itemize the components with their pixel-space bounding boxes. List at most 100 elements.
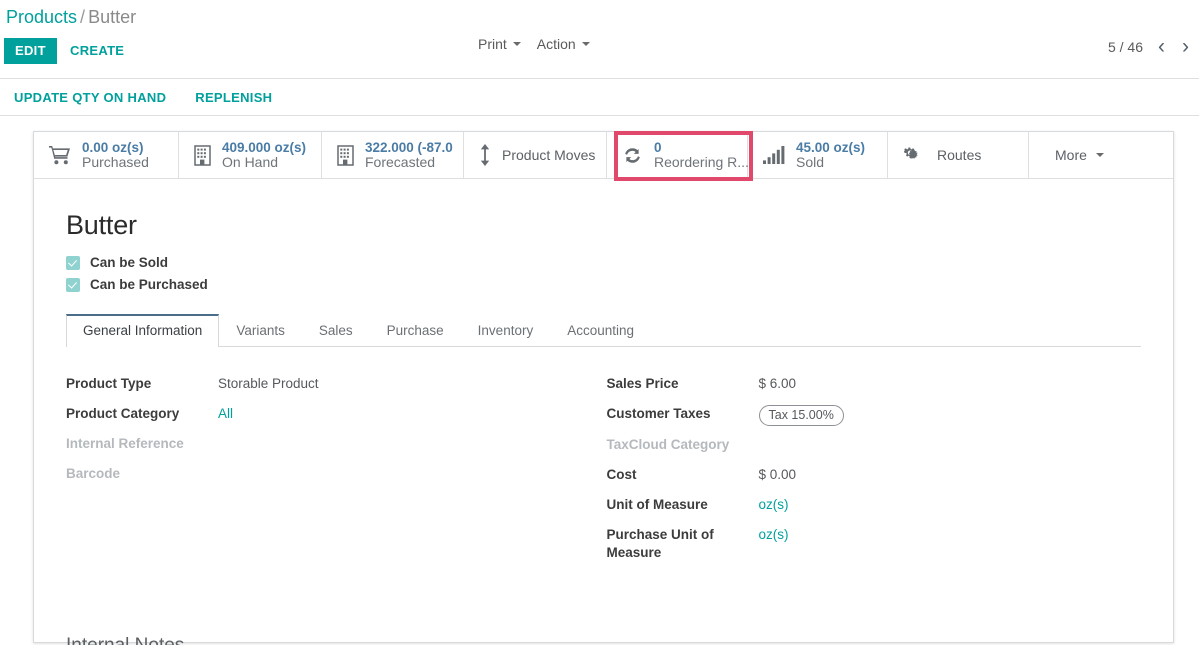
tab-general-information[interactable]: General Information: [66, 314, 220, 347]
pager-position: 5 / 46: [1107, 38, 1143, 55]
on-hand-stat-label: On Hand: [222, 153, 279, 170]
sheet-body: Butter Can be Sold Can be Purchased Gene…: [34, 179, 1173, 645]
breadcrumb: Products / Butter: [6, 5, 136, 29]
tab-accounting[interactable]: Accounting: [550, 314, 651, 347]
can-be-sold-checkbox[interactable]: [66, 255, 80, 270]
tab-variants[interactable]: Variants: [219, 314, 302, 347]
on-hand-stat-text: 409.000 oz(s) On Hand: [222, 140, 306, 171]
can-be-purchased-row[interactable]: Can be Purchased: [66, 277, 1141, 292]
stat-button-bar: 0.00 oz(s) Purchased 409.000 oz(s) On Ha…: [34, 132, 1173, 179]
field-product-category: Product Category All: [66, 405, 604, 425]
sold-stat-label: Sold: [796, 153, 825, 170]
sold-stat-value: 45.00 oz(s): [796, 139, 866, 155]
forecasted-stat-value: 322.000 (-87.0: [365, 139, 453, 155]
field-barcode-label: Barcode: [66, 466, 121, 481]
building-icon: [337, 144, 354, 166]
arrows-vertical-icon: [479, 144, 491, 166]
field-purchase-unit-of-measure: Purchase Unit of Measure oz(s): [607, 526, 1142, 562]
field-unit-of-measure-value[interactable]: oz(s): [759, 496, 789, 514]
status-badge: Tax 15.00%: [758, 405, 844, 427]
chevron-right-icon[interactable]: ›: [1180, 36, 1191, 57]
field-unit-of-measure-label: Unit of Measure: [606, 497, 708, 513]
field-customer-taxes-label: Customer Taxes: [606, 406, 711, 421]
field-product-category-value[interactable]: All: [218, 405, 233, 423]
field-taxcloud-category: TaxCloud Category: [607, 436, 1142, 456]
tab-sales[interactable]: Sales: [302, 314, 370, 347]
sheet-container: 0.00 oz(s) Purchased 409.000 oz(s) On Ha…: [0, 116, 1199, 645]
product-moves-stat-button[interactable]: Product Moves: [464, 132, 607, 178]
field-cost-label: Cost: [606, 467, 637, 483]
field-barcode: Barcode: [66, 465, 604, 485]
field-taxcloud-category-label: TaxCloud Category: [606, 437, 730, 453]
can-be-sold-label: Can be Sold: [90, 255, 169, 270]
can-be-sold-row[interactable]: Can be Sold: [66, 255, 1141, 270]
field-sales-price-value: $ 6.00: [758, 376, 797, 391]
print-menu-label: Print: [478, 36, 507, 52]
field-product-category-label: Product Category: [66, 406, 180, 421]
field-product-type-label: Product Type: [66, 376, 152, 391]
refresh-icon: [622, 145, 643, 166]
form-column-left: Product Type Storable Product Product Ca…: [66, 375, 604, 573]
sold-stat-button[interactable]: 45.00 oz(s) Sold: [748, 132, 888, 178]
forecasted-stat-button[interactable]: 322.000 (-87.0 Forecasted: [322, 132, 464, 178]
product-form-sheet: 0.00 oz(s) Purchased 409.000 oz(s) On Ha…: [33, 131, 1174, 645]
field-unit-of-measure: Unit of Measure oz(s): [607, 496, 1142, 516]
reordering-rules-stat-text: 0 Reordering R...: [654, 140, 749, 171]
page-title: Butter: [66, 210, 137, 240]
bar-chart-icon: [763, 146, 785, 164]
can-be-purchased-label: Can be Purchased: [90, 277, 208, 292]
update-qty-on-hand-button[interactable]: UPDATE QTY ON HAND: [14, 90, 166, 105]
purchased-stat-value: 0.00 oz(s): [82, 139, 144, 155]
routes-stat-button[interactable]: Routes: [888, 132, 1029, 178]
top-bar: Products / Butter EDIT CREATE Print Action…: [0, 0, 1199, 78]
action-menu[interactable]: Action: [537, 36, 590, 52]
print-menu[interactable]: Print: [478, 36, 521, 52]
chevron-down-icon: [581, 42, 590, 46]
tab-purchase[interactable]: Purchase: [370, 314, 461, 347]
on-hand-stat-button[interactable]: 409.000 oz(s) On Hand: [179, 132, 322, 178]
purchased-stat-text: 0.00 oz(s) Purchased: [82, 140, 149, 171]
field-internal-reference-label: Internal Reference: [66, 436, 184, 451]
field-purchase-unit-of-measure-label: Purchase Unit of Measure: [606, 527, 714, 561]
field-cost-value: $ 0.00: [758, 467, 797, 483]
sold-stat-text: 45.00 oz(s) Sold: [796, 140, 865, 171]
can-be-purchased-checkbox[interactable]: [66, 277, 80, 292]
purchased-stat-button[interactable]: 0.00 oz(s) Purchased: [34, 132, 179, 178]
tab-inventory[interactable]: Inventory: [461, 314, 551, 347]
chevron-down-icon: [512, 42, 521, 46]
building-icon: [194, 144, 211, 166]
product-moves-stat-label: Product Moves: [502, 147, 596, 163]
form-column-right: Sales Price $ 6.00 Customer Taxes Tax 15…: [604, 375, 1142, 573]
field-customer-taxes: Customer Taxes Tax 15.00%: [606, 405, 1142, 427]
record-pager: 5 / 46 ‹ ›: [1108, 36, 1191, 57]
reordering-rules-stat-button[interactable]: 0 Reordering R...: [607, 132, 749, 178]
field-sales-price: Sales Price $ 6.00: [607, 375, 1142, 395]
more-stat-button[interactable]: More: [1029, 132, 1130, 178]
more-stat-label: More: [1055, 147, 1087, 163]
sub-action-bar: UPDATE QTY ON HAND REPLENISH: [0, 78, 1199, 116]
field-cost: Cost $ 0.00: [607, 466, 1142, 486]
field-purchase-unit-of-measure-value[interactable]: oz(s): [759, 526, 789, 544]
routes-stat-label: Routes: [937, 147, 982, 163]
create-button[interactable]: CREATE: [64, 38, 130, 64]
document-menus: Print Action: [478, 36, 590, 52]
purchased-stat-label: Purchased: [82, 153, 149, 170]
edit-button[interactable]: EDIT: [4, 38, 57, 64]
shopping-cart-icon: [49, 145, 71, 165]
on-hand-stat-value: 409.000 oz(s): [222, 139, 307, 155]
forecasted-stat-label: Forecasted: [365, 153, 436, 170]
breadcrumb-products-link[interactable]: Products: [6, 7, 77, 27]
reordering-rules-stat-label: Reordering R...: [654, 153, 749, 170]
field-sales-price-label: Sales Price: [606, 376, 679, 391]
form-tabs: General Information Variants Sales Purch…: [66, 314, 1141, 347]
action-menu-label: Action: [536, 36, 576, 52]
internal-notes-heading: Internal Notes: [66, 635, 1141, 645]
reordering-rules-stat-value: 0: [654, 139, 662, 155]
chevron-left-icon[interactable]: ‹: [1156, 36, 1167, 57]
breadcrumb-separator: /: [80, 7, 86, 27]
replenish-button[interactable]: REPLENISH: [195, 90, 272, 105]
chevron-down-icon: [1095, 153, 1104, 157]
field-product-type-value: Storable Product: [218, 376, 319, 391]
field-internal-reference: Internal Reference: [66, 435, 604, 455]
field-customer-taxes-value: Tax 15.00%: [758, 405, 844, 427]
